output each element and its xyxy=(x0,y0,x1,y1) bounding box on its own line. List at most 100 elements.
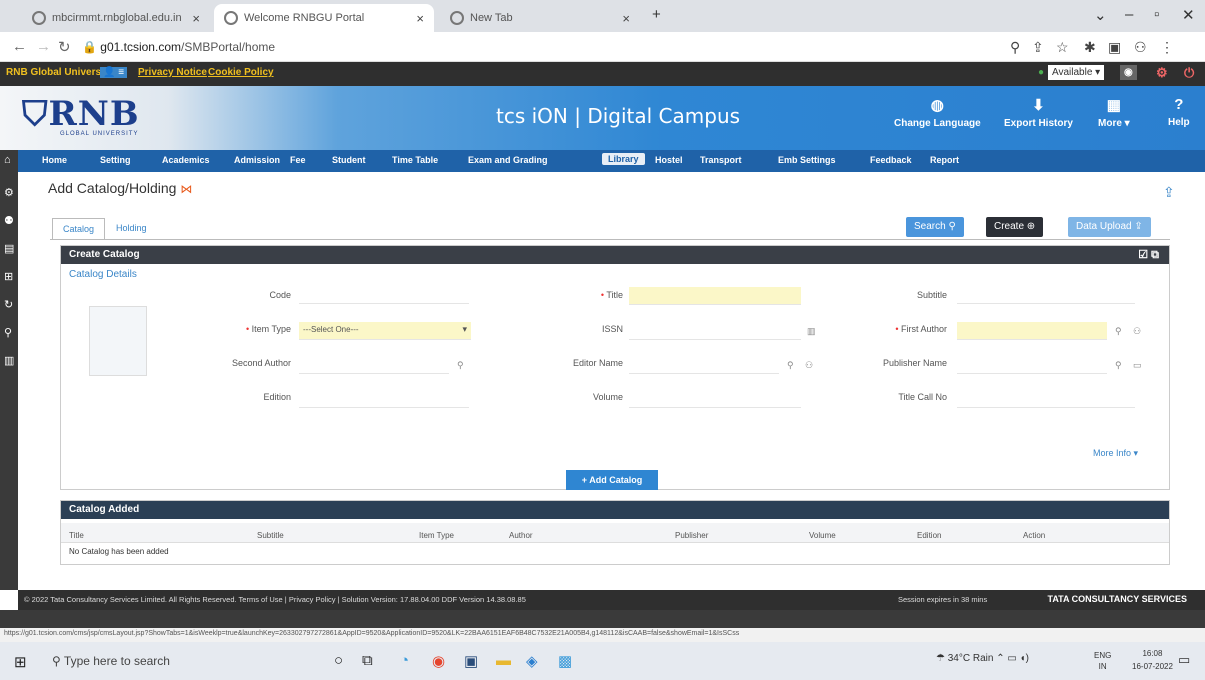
nav-library[interactable]: Library xyxy=(602,153,645,165)
power-icon[interactable]: ⏻ xyxy=(1184,65,1194,81)
second-author-input[interactable] xyxy=(299,356,449,374)
user-icon[interactable]: 👤 ≡ xyxy=(100,67,128,78)
menu-icon[interactable]: ⋮ xyxy=(1160,39,1174,56)
app-icon[interactable]: ▣ xyxy=(464,652,478,670)
search-icon[interactable]: ⚲ xyxy=(787,360,794,371)
star-icon[interactable]: ☆ xyxy=(1056,39,1069,56)
tab-holding[interactable]: Holding xyxy=(106,218,157,240)
share-icon[interactable]: ⇪ xyxy=(1032,39,1044,56)
url-field[interactable]: 🔒 g01.tcsion.com/SMBPortal/home xyxy=(82,40,275,54)
create-button[interactable]: Create ⊕ xyxy=(986,217,1044,237)
nav-report[interactable]: Report xyxy=(930,155,959,165)
nav-emb-settings[interactable]: Emb Settings xyxy=(778,155,836,165)
location-icon[interactable]: ⚲ xyxy=(1010,39,1020,56)
add-user-icon[interactable]: ⚇ xyxy=(1133,326,1141,337)
cover-image-placeholder[interactable] xyxy=(89,306,147,376)
location-icon[interactable]: ⚲ xyxy=(4,326,12,339)
nav-home[interactable]: Home xyxy=(42,155,67,165)
back-icon[interactable]: ← xyxy=(12,38,27,55)
cortana-icon[interactable]: ○ xyxy=(334,652,343,669)
first-author-input[interactable] xyxy=(957,322,1107,340)
cookie-link[interactable]: Cookie Policy xyxy=(208,67,274,78)
nav-setting[interactable]: Setting xyxy=(100,155,131,165)
browser-tab-active[interactable]: Welcome RNBGU Portal × xyxy=(214,4,434,32)
nav-time-table[interactable]: Time Table xyxy=(392,155,438,165)
search-button[interactable]: Search ⚲ xyxy=(906,217,964,237)
document-icon[interactable]: ▭ xyxy=(1133,360,1142,371)
building-icon[interactable]: ▥ xyxy=(4,354,14,367)
task-view-icon[interactable]: ⧉ xyxy=(362,652,373,669)
users-icon[interactable]: ⚉ xyxy=(4,214,14,227)
extensions-icon[interactable]: ✱ xyxy=(1084,39,1096,56)
chart-icon[interactable]: ⊞ xyxy=(4,270,13,283)
nav-academics[interactable]: Academics xyxy=(162,155,210,165)
nav-transport[interactable]: Transport xyxy=(700,155,742,165)
subtitle-input[interactable] xyxy=(957,286,1135,304)
tab-search-icon[interactable]: ⌄ xyxy=(1094,6,1107,24)
help-button[interactable]: ? Help xyxy=(1168,96,1190,128)
nav-student[interactable]: Student xyxy=(332,155,366,165)
sidepanel-icon[interactable]: ▣ xyxy=(1108,39,1121,56)
nav-exam-grading[interactable]: Exam and Grading xyxy=(468,155,548,165)
forward-icon[interactable]: → xyxy=(36,38,51,55)
change-language-button[interactable]: ◍ Change Language xyxy=(894,96,981,129)
barcode-icon[interactable]: ▥ xyxy=(807,326,816,337)
search-icon[interactable]: ⚲ xyxy=(1115,326,1122,337)
nav-hostel[interactable]: Hostel xyxy=(655,155,683,165)
issn-input[interactable] xyxy=(629,322,801,340)
photos-icon[interactable]: ▩ xyxy=(558,652,572,670)
add-catalog-button[interactable]: + Add Catalog xyxy=(566,470,658,490)
nav-fee[interactable]: Fee xyxy=(290,155,306,165)
edit-icon[interactable]: ☑ ⧉ xyxy=(1138,248,1159,262)
bookmark-icon[interactable]: ⋈ xyxy=(180,182,192,196)
language-indicator[interactable]: ENG IN xyxy=(1094,650,1111,672)
close-icon[interactable]: × xyxy=(192,11,200,26)
edition-input[interactable] xyxy=(299,390,469,408)
weather-text[interactable]: 34°C Rain xyxy=(948,653,994,664)
volume-input[interactable] xyxy=(629,390,801,408)
search-icon[interactable]: ⚲ xyxy=(1115,360,1122,371)
browser-tab[interactable]: mbcirmmt.rnbglobal.edu.in × xyxy=(22,4,210,32)
network-icon[interactable]: ▭ xyxy=(1007,653,1019,664)
search-icon[interactable]: ⚲ xyxy=(457,360,464,371)
item-type-select[interactable]: ---Select One--- ▾ xyxy=(299,322,471,340)
home-icon[interactable]: ⌂ xyxy=(4,154,11,166)
more-info-link[interactable]: More Info ▾ xyxy=(1093,448,1138,459)
reload-icon[interactable]: ↻ xyxy=(58,38,71,56)
editor-name-input[interactable] xyxy=(629,356,779,374)
calendar-icon[interactable]: ▤ xyxy=(4,242,14,255)
code-input[interactable] xyxy=(299,286,469,304)
browser-tab[interactable]: New Tab × xyxy=(440,4,640,32)
nav-admission[interactable]: Admission xyxy=(234,155,280,165)
tray-chevron-icon[interactable]: ⌃ xyxy=(996,653,1007,664)
more-button[interactable]: ▦ More ▾ xyxy=(1098,96,1130,129)
minimize-icon[interactable]: – xyxy=(1125,6,1133,23)
notification-center-icon[interactable]: ▭ xyxy=(1178,652,1190,668)
data-upload-button[interactable]: Data Upload ⇪ xyxy=(1068,217,1151,237)
share-icon[interactable]: ⇪ xyxy=(1163,184,1175,201)
tab-catalog[interactable]: Catalog xyxy=(52,218,106,240)
profile-icon[interactable]: ⚇ xyxy=(1134,39,1147,56)
store-icon[interactable]: ◈ xyxy=(526,652,538,670)
add-user-icon[interactable]: ⚇ xyxy=(805,360,813,371)
new-tab-button[interactable]: + xyxy=(652,6,661,23)
windows-start-icon[interactable]: ⊞ xyxy=(14,653,27,671)
title-call-no-input[interactable] xyxy=(957,390,1135,408)
privacy-link[interactable]: Privacy Notice xyxy=(138,67,207,78)
notification-icon[interactable]: ⚙ xyxy=(1156,65,1168,81)
settings-icon[interactable]: ⚙ xyxy=(4,186,14,199)
export-history-button[interactable]: ⬇ Export History xyxy=(1004,96,1073,129)
maximize-icon[interactable]: ▫ xyxy=(1154,6,1159,23)
refresh-icon[interactable]: ↻ xyxy=(4,298,13,311)
publisher-name-input[interactable] xyxy=(957,356,1107,374)
nav-feedback[interactable]: Feedback xyxy=(870,155,912,165)
camera-icon[interactable]: ◉ xyxy=(1120,65,1137,80)
title-input[interactable] xyxy=(629,287,801,305)
taskbar-search[interactable]: ⚲ Type here to search xyxy=(44,650,280,674)
volume-icon[interactable]: ◖) xyxy=(1020,653,1029,664)
close-window-icon[interactable]: ✕ xyxy=(1182,6,1195,24)
close-icon[interactable]: × xyxy=(416,11,424,26)
file-explorer-icon[interactable]: ▬ xyxy=(496,652,511,669)
edge-icon[interactable]: ◔ xyxy=(400,652,409,669)
close-icon[interactable]: × xyxy=(622,11,630,26)
